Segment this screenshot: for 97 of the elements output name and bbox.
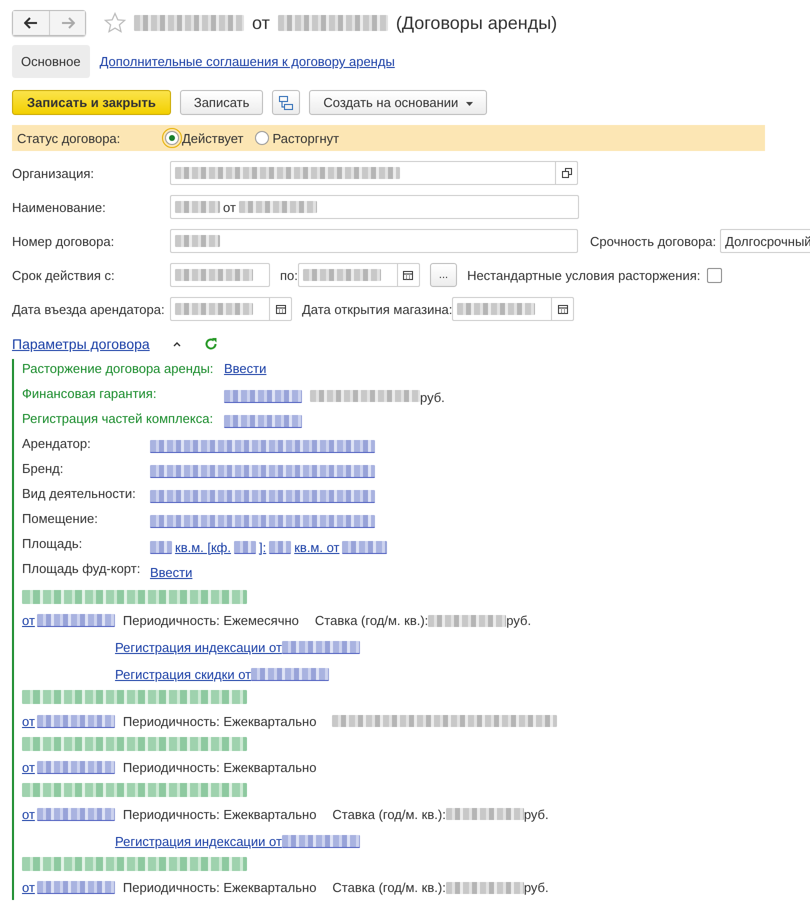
- parameter-label: Регистрация частей комплекса:: [22, 411, 214, 426]
- field-label: Нестандартные условия расторжения:: [467, 268, 700, 282]
- calendar-icon[interactable]: [276, 304, 286, 314]
- parameter-label: Площадь фуд-корт:: [22, 561, 142, 576]
- currency-label: руб.: [420, 390, 445, 405]
- blurred-link[interactable]: [150, 515, 375, 528]
- registration-link[interactable]: Регистрация скидки от: [115, 667, 252, 682]
- parameter-label: Помещение:: [22, 511, 99, 526]
- registration-link[interactable]: Регистрация индексации от: [115, 640, 282, 656]
- field-label: Наименование:: [12, 200, 107, 214]
- area-link[interactable]: кв.м. от: [294, 540, 340, 555]
- checkbox[interactable]: [707, 268, 722, 282]
- date-link[interactable]: от: [22, 760, 35, 776]
- field-label: Номер договора:: [12, 234, 116, 248]
- currency-label: руб.: [524, 880, 549, 896]
- periodicity-text: Периодичность: Ежеквартально: [122, 714, 316, 729]
- radio-option[interactable]: Расторгнут: [255, 130, 340, 146]
- field-label: по:: [280, 268, 298, 282]
- blurred-link[interactable]: [36, 808, 115, 821]
- date-field[interactable]: [298, 263, 420, 287]
- blurred-link[interactable]: [224, 390, 302, 403]
- refresh-icon[interactable]: [204, 337, 218, 351]
- parameter-label: Площадь:: [22, 536, 84, 551]
- date-field[interactable]: [170, 297, 292, 321]
- blurred-link[interactable]: [36, 881, 115, 894]
- field-text: от: [223, 200, 236, 214]
- blurred-link[interactable]: [269, 541, 292, 554]
- blurred-link[interactable]: [36, 761, 115, 774]
- blurred-link[interactable]: [150, 490, 375, 503]
- blurred-link[interactable]: [224, 415, 302, 428]
- blurred-link[interactable]: [36, 714, 115, 728]
- input-field[interactable]: от: [170, 195, 579, 219]
- enter-link[interactable]: Ввести: [150, 565, 192, 580]
- blurred-link[interactable]: [150, 541, 172, 554]
- back-button[interactable]: [13, 11, 49, 35]
- open-icon: [562, 168, 572, 178]
- periodicity-text: Периодичность: Ежеквартально: [122, 806, 316, 822]
- date-link[interactable]: от: [22, 880, 35, 896]
- save-and-close-button[interactable]: Записать и закрыть: [12, 90, 171, 115]
- currency-label: руб.: [506, 613, 532, 628]
- blurred-link[interactable]: [251, 668, 330, 682]
- area-link[interactable]: кв.м. [кф.: [175, 540, 231, 555]
- blurred-link[interactable]: [150, 440, 375, 453]
- blurred-text: [175, 235, 220, 247]
- blurred-text: [175, 201, 220, 213]
- parameter-label: Вид деятельности:: [22, 486, 137, 501]
- field-label: Дата открытия магазина:: [302, 302, 452, 316]
- back-arrow-icon: [24, 17, 38, 29]
- rate-label: Ставка (год/м. кв.):: [332, 806, 446, 822]
- forward-arrow-icon: [60, 17, 74, 29]
- star-icon[interactable]: [104, 12, 126, 34]
- field-label: Срочность договора:: [590, 234, 716, 248]
- date-field[interactable]: [452, 297, 574, 321]
- date-field[interactable]: [170, 263, 270, 287]
- periodicity-text: Периодичность: Ежеквартально: [122, 760, 316, 776]
- registration-link[interactable]: Регистрация индексации от: [115, 834, 282, 849]
- window-title: от: [252, 12, 270, 34]
- blurred-link[interactable]: [282, 641, 360, 654]
- periodicity-text: Периодичность: Ежемесячно: [122, 613, 299, 628]
- save-button[interactable]: Записать: [180, 90, 264, 115]
- structure-button[interactable]: [272, 90, 300, 115]
- blurred-link[interactable]: [342, 541, 388, 554]
- parameter-label: Финансовая гарантия:: [22, 386, 158, 401]
- area-link[interactable]: ]:: [258, 540, 266, 555]
- window-title: (Договоры аренды): [396, 12, 558, 34]
- calendar-icon[interactable]: [403, 270, 414, 280]
- tab[interactable]: Дополнительные соглашения к договору аренды: [100, 45, 395, 78]
- structure-icon: [278, 94, 294, 110]
- rate-label: Ставка (год/м. кв.):: [314, 613, 428, 628]
- parameter-label: Бренд:: [22, 461, 64, 476]
- blurred-link[interactable]: [150, 465, 375, 478]
- create-based-on-button[interactable]: Создать на основании: [309, 90, 487, 115]
- date-link[interactable]: от: [22, 806, 35, 822]
- input-field[interactable]: [170, 161, 578, 185]
- field-label: Дата въезда арендатора:: [12, 302, 166, 316]
- caret-icon: [466, 102, 473, 106]
- parameter-label: Расторжение договора аренды:: [22, 361, 214, 376]
- periodicity-text: Периодичность: Ежеквартально: [122, 880, 316, 896]
- blurred-link[interactable]: [234, 541, 256, 554]
- section-title-link[interactable]: Параметры договора: [12, 336, 150, 352]
- currency-label: руб.: [524, 806, 549, 822]
- more-button[interactable]: ...: [430, 263, 458, 287]
- calendar-icon[interactable]: [558, 304, 568, 314]
- tab[interactable]: Основное: [12, 45, 90, 78]
- field-label: Срок действия с:: [12, 268, 116, 282]
- date-link[interactable]: от: [22, 613, 35, 628]
- blurred-link[interactable]: [36, 614, 115, 628]
- date-link[interactable]: от: [22, 714, 35, 729]
- field-label: Организация:: [12, 166, 96, 180]
- radio-option[interactable]: Действует: [165, 130, 244, 146]
- enter-link[interactable]: Ввести: [224, 361, 266, 376]
- input-field[interactable]: [170, 229, 578, 253]
- rate-label: Ставка (год/м. кв.):: [332, 880, 446, 896]
- caret-icon[interactable]: [172, 340, 182, 348]
- parameter-label: Арендатор:: [22, 436, 92, 451]
- field-label: Статус договора:: [17, 130, 122, 146]
- blurred-link[interactable]: [282, 834, 360, 848]
